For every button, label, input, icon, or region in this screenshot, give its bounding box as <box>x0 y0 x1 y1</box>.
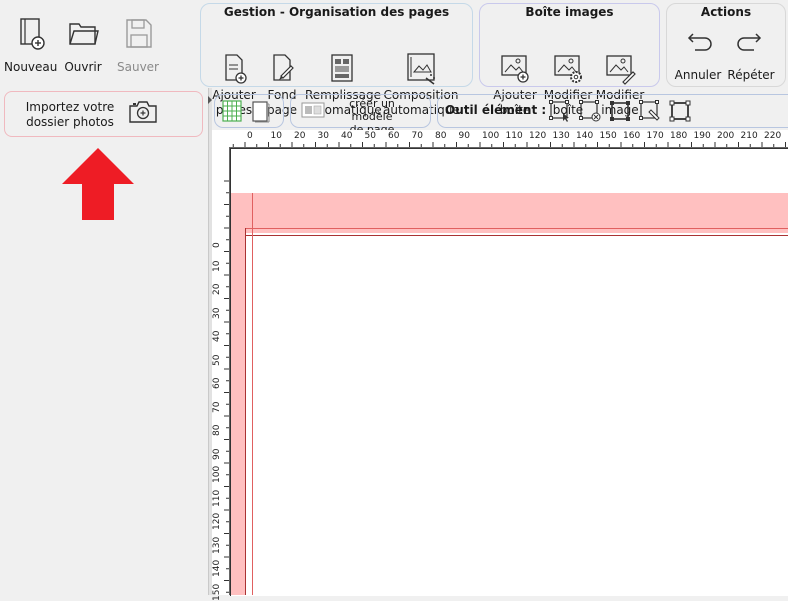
camera-icon <box>127 98 159 126</box>
ruler-left-label: 30 <box>212 299 222 319</box>
undo-arrow-icon <box>681 26 715 60</box>
margin-guide-top <box>245 228 788 229</box>
page-edge-top <box>245 235 788 236</box>
ruler-left-label: 110 <box>212 487 222 507</box>
image-box-group-title: Boîte images <box>480 5 659 19</box>
ruler-left-label: 20 <box>212 275 222 295</box>
ruler-top-label: 150 <box>600 131 617 141</box>
margin-guide-left <box>252 193 253 595</box>
import-photos-label: Importez votre dossier photos <box>15 100 125 130</box>
ruler-top-label: 0 <box>247 131 253 141</box>
ruler-left-label: 80 <box>212 416 222 436</box>
gestion-group: Gestion - Organisation des pages Ajouter… <box>200 3 473 87</box>
add-image-icon <box>498 37 532 71</box>
actions-group-title: Actions <box>667 5 785 19</box>
save-button[interactable]: Sauver <box>114 14 162 74</box>
resize-element-tool[interactable] <box>608 99 632 123</box>
page-brush-icon <box>265 37 299 71</box>
gestion-group-title: Gestion - Organisation des pages <box>201 5 472 19</box>
save-disk-icon <box>118 14 158 54</box>
undo-label: Annuler <box>675 68 722 82</box>
ruler-top-label: 50 <box>365 131 376 141</box>
ruler-left-label: 60 <box>212 369 222 389</box>
grid-view-button[interactable] <box>221 99 243 123</box>
ruler-top-label: 70 <box>412 131 423 141</box>
add-page-icon <box>217 37 251 71</box>
redo-label: Répéter <box>727 68 774 82</box>
actions-group: Actions Annuler Répéter <box>666 3 786 87</box>
ruler-left-label: 90 <box>212 440 222 460</box>
top-margin-band <box>231 193 788 233</box>
ruler-top-label: 20 <box>294 131 305 141</box>
image-pencil-icon <box>603 37 637 71</box>
ruler-top-label: 130 <box>553 131 570 141</box>
redo-button[interactable]: Répéter <box>725 26 777 83</box>
template-layout-icon <box>301 102 325 118</box>
ruler-top-label: 60 <box>388 131 399 141</box>
image-gear-icon <box>551 37 585 71</box>
ruler-top-label: 40 <box>341 131 352 141</box>
view-tools <box>214 94 284 128</box>
left-margin-band <box>231 233 245 595</box>
ruler-top-label: 210 <box>741 131 758 141</box>
ruler-left-label: 120 <box>212 510 222 530</box>
magic-layout-icon <box>404 37 438 71</box>
new-button[interactable]: Nouveau <box>4 14 56 74</box>
create-template-button[interactable]: créer un modèle de page <box>290 94 431 128</box>
ruler-top-label: 80 <box>435 131 446 141</box>
ruler-top-label: 200 <box>717 131 734 141</box>
ruler-top-label: 30 <box>318 131 329 141</box>
new-document-icon <box>10 14 50 54</box>
page-view-button[interactable] <box>249 99 271 123</box>
ruler-top-label: 220 <box>764 131 781 141</box>
ruler-left-label: 150 <box>212 581 222 601</box>
undo-button[interactable]: Annuler <box>673 26 723 83</box>
ruler-left-label: 100 <box>212 463 222 483</box>
redo-arrow-icon <box>734 26 768 60</box>
import-photos-button[interactable]: Importez votre dossier photos <box>4 91 203 137</box>
ruler-left-label: 130 <box>212 534 222 554</box>
edit-element-tool[interactable] <box>638 99 662 123</box>
ruler-top-label: 120 <box>529 131 546 141</box>
ruler-top-label: 100 <box>482 131 499 141</box>
element-tools: Outil élément : <box>437 94 788 128</box>
ruler-top-label: 190 <box>694 131 711 141</box>
ruler-left-label: 140 <box>212 557 222 577</box>
red-up-arrow-icon <box>60 146 136 222</box>
autofill-layout-icon <box>325 37 359 71</box>
open-button[interactable]: Ouvrir <box>62 14 104 74</box>
new-label: Nouveau <box>4 60 57 74</box>
ruler-left-label: 40 <box>212 322 222 342</box>
open-label: Ouvrir <box>64 60 101 74</box>
remove-element-tool[interactable] <box>578 99 602 123</box>
save-label: Sauver <box>117 60 159 74</box>
select-element-tool[interactable] <box>548 99 572 123</box>
ruler-left-label: 0 <box>212 228 222 248</box>
ruler-left-label: 10 <box>212 252 222 272</box>
ruler-left-label: 50 <box>212 346 222 366</box>
folder-open-icon <box>63 14 103 54</box>
splitter-arrow-icon <box>208 96 212 104</box>
ruler-top-label: 180 <box>670 131 687 141</box>
ruler-top-label: 160 <box>623 131 640 141</box>
ruler-top-label: 170 <box>647 131 664 141</box>
page-edge-left <box>245 228 246 595</box>
ruler-left-label: 70 <box>212 393 222 413</box>
frame-element-tool[interactable] <box>668 99 692 123</box>
ruler-top-label: 10 <box>271 131 282 141</box>
image-box-group: Boîte images Ajouter boîte Modifie <box>479 3 660 87</box>
ruler-top-label: 110 <box>506 131 523 141</box>
ruler-top-label: 140 <box>576 131 593 141</box>
element-tool-label: Outil élément : <box>445 103 546 117</box>
ruler-top-label: 90 <box>459 131 470 141</box>
